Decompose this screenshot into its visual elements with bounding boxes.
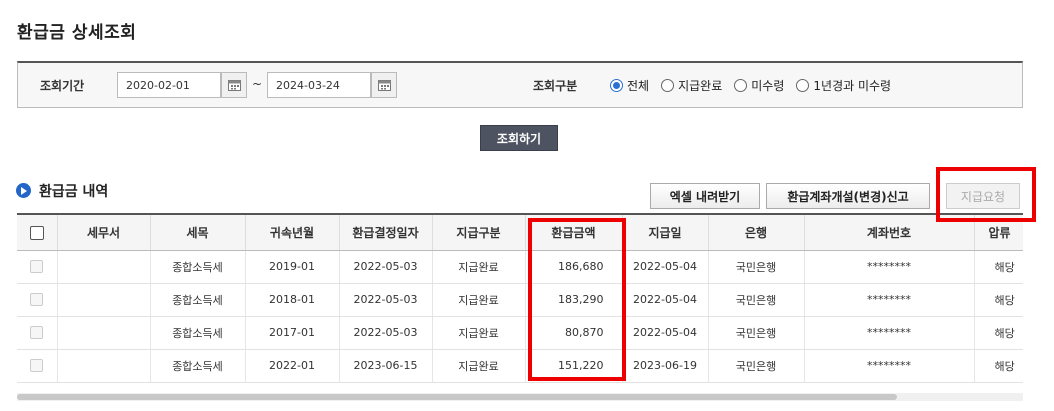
table-row: 종합소득세 2019-01 2022-05-03 지급완료 186,680 20… (17, 250, 1023, 284)
type-label: 조회구분 (533, 79, 578, 93)
cell-account: ******** (804, 316, 975, 350)
radio-unclaimed[interactable]: 미수령 (734, 77, 784, 94)
header-tax: 세목 (150, 213, 246, 251)
table-row: 종합소득세 2017-01 2022-05-03 지급완료 80,870 202… (17, 316, 1023, 350)
table-row: 종합소득세 2018-01 2022-05-03 지급완료 183,290 20… (17, 283, 1023, 317)
search-panel: 조회기간 ~ 조회구분 전체 지급완료 미수령 1년경과 미수령 (17, 61, 1023, 108)
refund-table: 세무서 세목 귀속년월 환급결정일자 지급구분 환급금액 지급일 은행 계좌번호… (17, 213, 1023, 383)
radio-unclaimed-1year[interactable]: 1년경과 미수령 (796, 77, 891, 94)
section-title: 환급금 내역 (39, 184, 109, 200)
cell-bank: 국민은행 (708, 316, 805, 350)
cell-seizure: 해당 (974, 250, 1023, 284)
scrollbar-thumb[interactable] (17, 394, 897, 400)
highlight-box-request (936, 167, 1036, 222)
cell-type: 지급완료 (432, 349, 526, 383)
cell-paid: 2022-05-04 (622, 283, 709, 317)
cell-decision: 2022-05-03 (339, 283, 433, 317)
cell-seizure: 해당 (974, 349, 1023, 383)
radio-dot[interactable] (610, 79, 623, 92)
cell-seizure: 해당 (974, 316, 1023, 350)
cell-office (57, 283, 151, 317)
radio-label: 전체 (627, 79, 650, 93)
header-select-all[interactable] (17, 213, 58, 251)
page-title: 환급금 상세조회 (17, 23, 137, 43)
cell-decision: 2022-05-03 (339, 250, 433, 284)
cell-tax: 종합소득세 (150, 316, 246, 350)
excel-download-button[interactable]: 엑셀 내려받기 (650, 183, 760, 209)
radio-dot[interactable] (734, 79, 748, 92)
radio-label: 1년경과 미수령 (813, 79, 892, 93)
row-select[interactable] (17, 349, 58, 383)
cell-bank: 국민은행 (708, 349, 805, 383)
type-radio-group: 전체 지급완료 미수령 1년경과 미수령 (610, 77, 903, 94)
row-checkbox[interactable] (30, 293, 44, 307)
cell-office (57, 316, 151, 350)
radio-paid[interactable]: 지급완료 (661, 77, 722, 94)
cell-period: 2019-01 (245, 250, 340, 284)
cell-period: 2018-01 (245, 283, 340, 317)
start-date-input[interactable] (117, 72, 221, 98)
header-bank: 은행 (708, 213, 805, 251)
header-pay-type: 지급구분 (432, 213, 526, 251)
row-checkbox[interactable] (30, 260, 44, 274)
radio-all[interactable]: 전체 (610, 77, 649, 94)
cell-tax: 종합소득세 (150, 250, 246, 284)
cell-period: 2017-01 (245, 316, 340, 350)
cell-type: 지급완료 (432, 250, 526, 284)
cell-account: ******** (804, 250, 975, 284)
cell-type: 지급완료 (432, 283, 526, 317)
radio-label: 지급완료 (678, 79, 723, 93)
cell-paid: 2022-05-04 (622, 250, 709, 284)
row-select[interactable] (17, 250, 58, 284)
cell-seizure: 해당 (974, 283, 1023, 317)
cell-office (57, 250, 151, 284)
period-label: 조회기간 (40, 79, 85, 93)
cell-office (57, 349, 151, 383)
search-button[interactable]: 조회하기 (480, 125, 558, 151)
radio-dot[interactable] (796, 79, 810, 92)
start-calendar-button[interactable] (221, 72, 247, 98)
select-all-checkbox[interactable] (29, 225, 44, 240)
cell-type: 지급완료 (432, 316, 526, 350)
cell-tax: 종합소득세 (150, 349, 246, 383)
cell-tax: 종합소득세 (150, 283, 246, 317)
radio-dot[interactable] (661, 79, 675, 92)
row-select[interactable] (17, 283, 58, 317)
section-bullet-icon (16, 183, 31, 198)
header-office: 세무서 (57, 213, 151, 251)
cell-bank: 국민은행 (708, 250, 805, 284)
highlight-box-amount (528, 218, 626, 381)
row-checkbox[interactable] (30, 359, 44, 373)
cell-account: ******** (804, 283, 975, 317)
row-checkbox[interactable] (30, 326, 44, 340)
radio-label: 미수령 (751, 79, 785, 93)
table-row: 종합소득세 2022-01 2023-06-15 지급완료 151,220 20… (17, 349, 1023, 383)
cell-bank: 국민은행 (708, 283, 805, 317)
calendar-icon (377, 80, 391, 91)
header-period: 귀속년월 (245, 213, 340, 251)
date-range-separator: ~ (252, 77, 263, 91)
row-select[interactable] (17, 316, 58, 350)
refund-table-container: 세무서 세목 귀속년월 환급결정일자 지급구분 환급금액 지급일 은행 계좌번호… (17, 213, 1023, 383)
horizontal-scrollbar[interactable] (17, 393, 1023, 401)
header-decision-date: 환급결정일자 (339, 213, 433, 251)
cell-paid: 2023-06-19 (622, 349, 709, 383)
calendar-icon (227, 80, 241, 91)
cell-decision: 2022-05-03 (339, 316, 433, 350)
cell-account: ******** (804, 349, 975, 383)
end-calendar-button[interactable] (371, 72, 397, 98)
end-date-input[interactable] (267, 72, 371, 98)
cell-paid: 2022-05-04 (622, 316, 709, 350)
account-register-button[interactable]: 환급계좌개설(변경)신고 (766, 183, 930, 209)
header-paid-date: 지급일 (622, 213, 709, 251)
table-header-row: 세무서 세목 귀속년월 환급결정일자 지급구분 환급금액 지급일 은행 계좌번호… (17, 213, 1023, 251)
cell-period: 2022-01 (245, 349, 340, 383)
cell-decision: 2023-06-15 (339, 349, 433, 383)
